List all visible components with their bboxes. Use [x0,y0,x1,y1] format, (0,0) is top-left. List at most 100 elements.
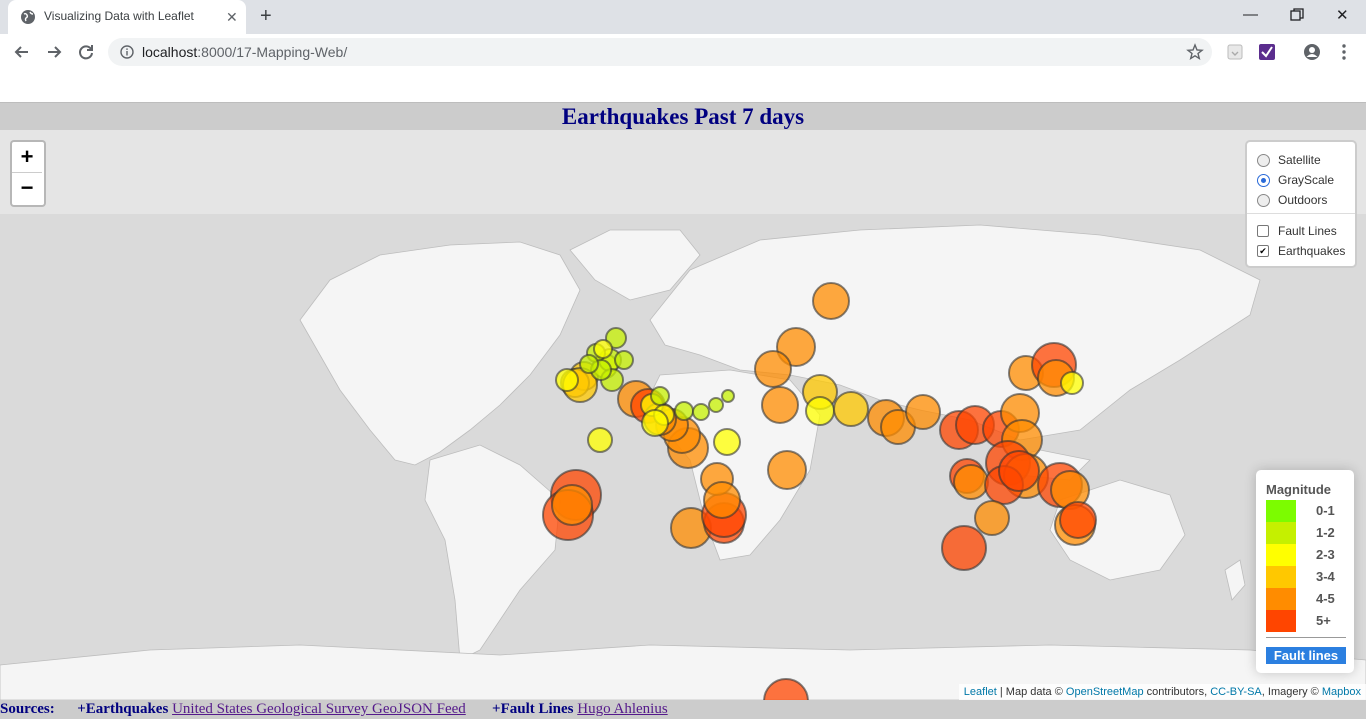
zoom-in-button[interactable]: + [12,142,42,173]
earthquake-marker[interactable] [692,403,710,421]
browser-tab[interactable]: Visualizing Data with Leaflet ✕ [8,0,246,34]
legend-swatch [1266,588,1296,610]
earthquake-marker[interactable] [703,481,741,519]
earthquake-marker[interactable] [805,396,835,426]
mapbox-link[interactable]: Mapbox [1322,686,1361,698]
close-tab-icon[interactable]: ✕ [226,9,238,25]
legend-item: 1-2 [1266,522,1346,544]
earthquake-marker[interactable] [998,450,1040,492]
info-icon[interactable] [120,45,134,59]
tab-title: Visualizing Data with Leaflet [44,9,194,23]
attribution-text: , Imagery © [1261,686,1319,698]
overlay-fault-lines[interactable]: Fault Lines [1257,223,1337,239]
legend-item: 3-4 [1266,566,1346,588]
leaflet-link[interactable]: Leaflet [964,686,997,698]
address-bar[interactable]: localhost:8000/17-Mapping-Web/ [108,38,1212,66]
map-container[interactable]: + − Satellite GrayScale Outdoors Fault L… [0,130,1366,700]
layers-divider [1247,213,1355,214]
earthquake-marker[interactable] [905,394,941,430]
earthquake-marker[interactable] [713,428,741,456]
earthquake-marker[interactable] [721,389,735,403]
earthquake-marker[interactable] [593,339,613,359]
menu-kebab-icon[interactable] [1335,43,1353,61]
overlay-label: Earthquakes [1278,244,1346,258]
globe-icon [21,10,35,24]
legend-divider [1266,637,1346,638]
earthquake-marker[interactable] [555,368,579,392]
legend-swatch [1266,522,1296,544]
restore-icon[interactable] [1290,8,1304,22]
osm-link[interactable]: OpenStreetMap [1066,686,1144,698]
new-tab-button[interactable]: + [260,6,272,26]
polar-region [0,130,1366,214]
layer-outdoors[interactable]: Outdoors [1257,192,1327,208]
earthquake-marker[interactable] [614,350,634,370]
outdoors-radio[interactable] [1257,193,1270,207]
legend-item: 0-1 [1266,500,1346,522]
earthquake-marker[interactable] [974,500,1010,536]
zoom-out-button[interactable]: − [12,173,42,203]
page-header: Earthquakes Past 7 days [0,102,1366,131]
legend-swatch [1266,500,1296,522]
earthquake-marker[interactable] [551,484,593,526]
bookmark-star-icon[interactable] [1186,43,1204,61]
legend-swatch [1266,566,1296,588]
earthquake-marker[interactable] [754,350,792,388]
browser-toolbar: localhost:8000/17-Mapping-Web/ [0,34,1366,70]
browser-tabstrip: Visualizing Data with Leaflet ✕ + — ✕ [0,0,1366,34]
forward-icon[interactable] [44,42,64,62]
earthquake-marker[interactable] [641,409,669,437]
attribution-text: contributors, [1146,686,1208,698]
overlay-earthquakes[interactable]: ✔ Earthquakes [1257,243,1345,259]
satellite-radio[interactable] [1257,153,1270,167]
sources-footer: Sources: +Earthquakes United States Geol… [0,700,1366,719]
close-window-icon[interactable]: ✕ [1336,6,1349,24]
earthquake-marker[interactable] [941,525,987,571]
legend-label: 3-4 [1316,569,1335,584]
earthquake-marker[interactable] [833,391,869,427]
layer-label: GrayScale [1278,173,1335,187]
earthquake-marker[interactable] [674,401,694,421]
earthquake-marker[interactable] [953,464,989,500]
earthquake-marker[interactable] [1059,501,1097,539]
back-icon[interactable] [12,42,32,62]
fault-lines-badge: Fault lines [1266,647,1346,664]
layer-satellite[interactable]: Satellite [1257,152,1321,168]
earthquake-marker[interactable] [812,282,850,320]
earthquake-marker[interactable] [767,450,807,490]
layer-label: Satellite [1278,153,1321,167]
earthquake-marker[interactable] [1060,371,1084,395]
earthquakes-checkbox[interactable]: ✔ [1257,245,1269,257]
earthquake-marker[interactable] [650,386,670,406]
earthquake-marker[interactable] [708,397,724,413]
checkmark-extension-icon[interactable] [1258,43,1276,61]
legend-label: 0-1 [1316,503,1335,518]
usgs-link[interactable]: United States Geological Survey GeoJSON … [172,701,466,717]
legend-item: 4-5 [1266,588,1346,610]
license-link[interactable]: CC-BY-SA [1210,686,1262,698]
earthquake-marker[interactable] [579,354,599,374]
grayscale-radio[interactable] [1257,173,1270,187]
legend-label: 5+ [1316,613,1331,628]
minimize-icon[interactable]: — [1243,6,1258,23]
profile-avatar-icon[interactable] [1303,43,1321,61]
legend-swatch [1266,610,1296,632]
magnitude-legend: Magnitude 0-1 1-2 2-3 3-4 4-5 5+ Fault l… [1256,470,1354,673]
earthquake-marker[interactable] [587,427,613,453]
legend-label: 2-3 [1316,547,1335,562]
zoom-control: + − [10,140,46,207]
world-map[interactable] [0,130,1366,700]
url-text: localhost:8000/17-Mapping-Web/ [142,44,348,60]
earthquake-marker[interactable] [761,386,799,424]
sources-label: Sources: [0,701,55,717]
legend-item: 2-3 [1266,544,1346,566]
legend-title: Magnitude [1266,482,1331,497]
layer-grayscale[interactable]: GrayScale [1257,172,1334,188]
legend-item: 5+ [1266,610,1346,632]
layer-label: Outdoors [1278,193,1328,207]
fault-lines-checkbox[interactable] [1257,225,1269,237]
overlay-label: Fault Lines [1278,224,1337,238]
extension-icon[interactable] [1226,43,1244,61]
fault-lines-link[interactable]: Hugo Ahlenius [577,701,667,717]
reload-icon[interactable] [76,42,96,62]
